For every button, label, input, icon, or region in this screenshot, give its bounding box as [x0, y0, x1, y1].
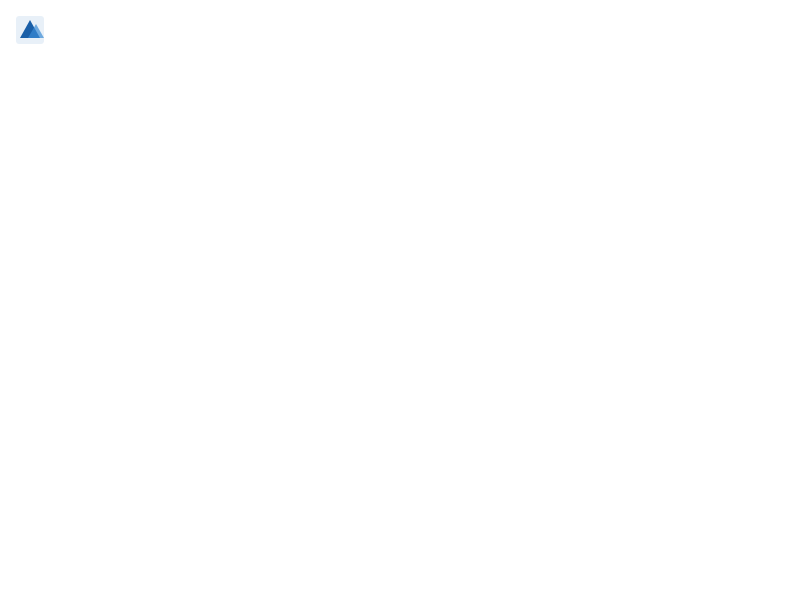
logo	[16, 16, 48, 44]
page-header	[16, 16, 776, 44]
logo-icon	[16, 16, 44, 44]
